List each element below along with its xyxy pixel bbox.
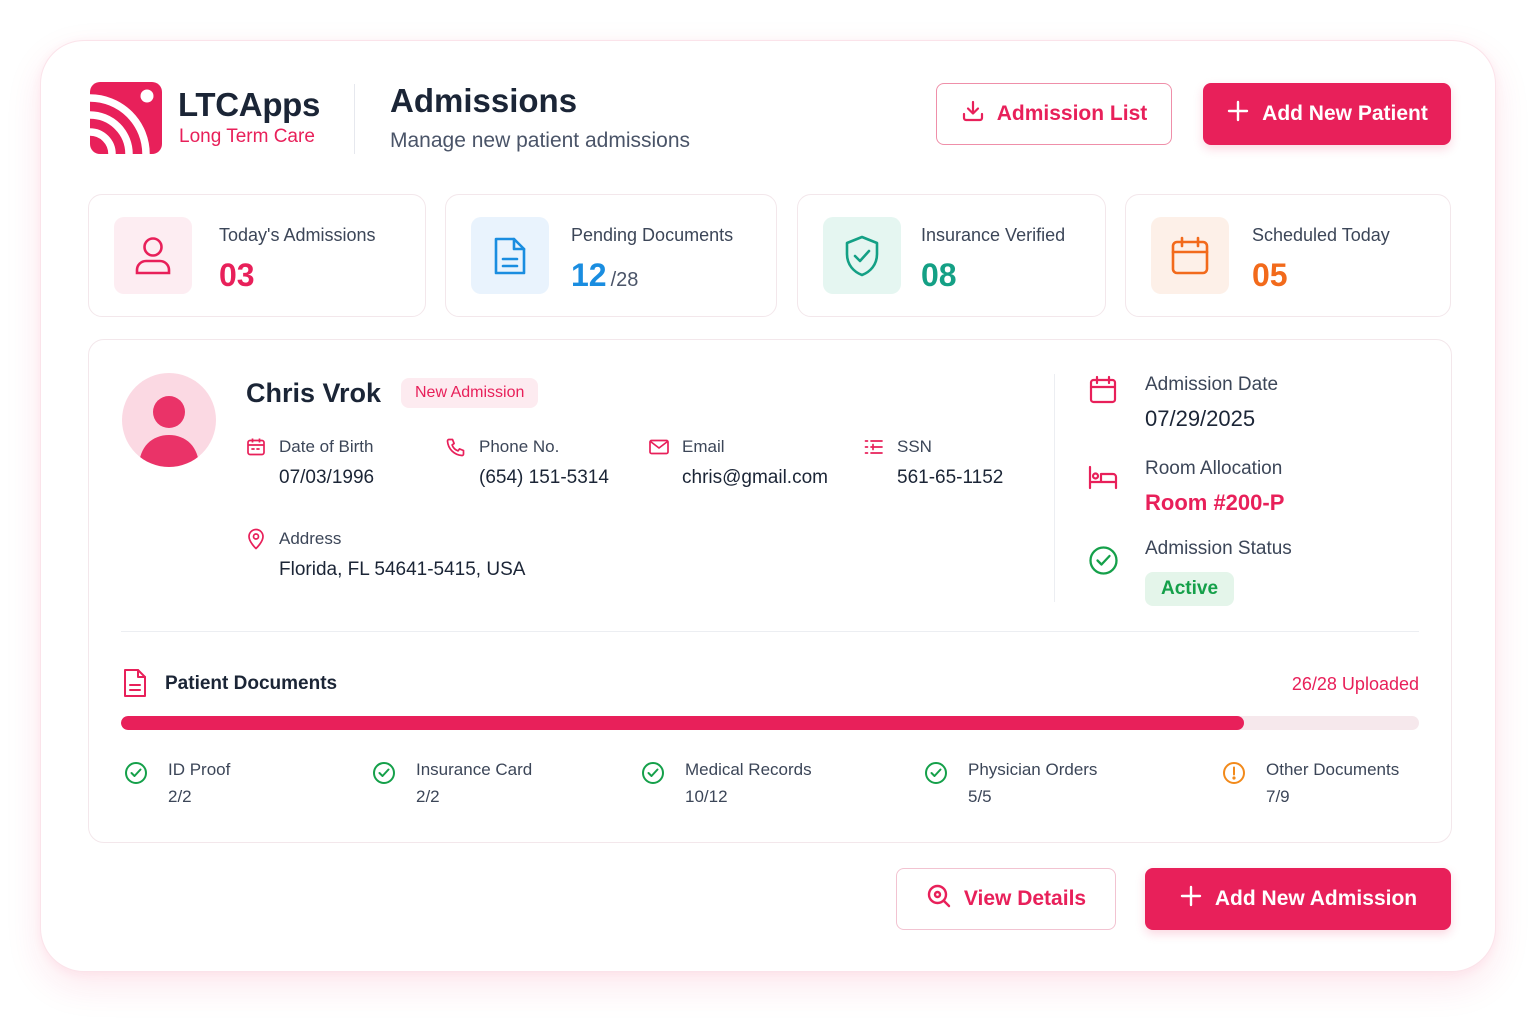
- patient-documents-title: Patient Documents: [165, 673, 338, 694]
- doc-label: Insurance Card: [416, 760, 533, 779]
- room-allocation-label: Room Allocation: [1145, 458, 1283, 479]
- search-icon: [926, 883, 952, 915]
- stat-card-pending-documents[interactable]: Pending Documents 12/28: [445, 194, 777, 317]
- address-label: Address: [279, 529, 342, 548]
- shield-check-icon: [823, 217, 901, 294]
- calendar-icon: [246, 437, 266, 462]
- ssn-value: 561-65-1152: [897, 467, 1004, 488]
- list-icon: [864, 437, 884, 462]
- download-icon: [961, 99, 985, 129]
- stat-value: 03: [219, 257, 255, 293]
- header-divider: [354, 84, 355, 154]
- dob-label: Date of Birth: [279, 437, 374, 456]
- admission-date-value: 07/29/2025: [1145, 406, 1256, 431]
- documents-progress-bar: [121, 716, 1419, 730]
- location-pin-icon: [246, 528, 266, 555]
- patient-name: Chris Vrok: [246, 378, 382, 408]
- stat-label: Today's Admissions: [219, 225, 376, 245]
- room-allocation-value: Room #200-P: [1145, 490, 1285, 515]
- stat-card-scheduled-today[interactable]: Scheduled Today 05: [1125, 194, 1451, 317]
- ssn-label: SSN: [897, 437, 932, 456]
- section-divider: [1054, 374, 1055, 602]
- check-circle-icon: [924, 761, 948, 790]
- plus-icon: [1226, 99, 1250, 129]
- stat-value: 08: [921, 257, 957, 293]
- brand-name: LTCApps: [178, 86, 321, 123]
- stat-card-todays-admissions[interactable]: Today's Admissions 03: [88, 194, 426, 317]
- documents-uploaded-count: 26/28 Uploaded: [1291, 674, 1419, 694]
- dob-value: 07/03/1996: [279, 467, 375, 488]
- check-circle-icon: [1088, 545, 1119, 581]
- stat-label: Scheduled Today: [1252, 225, 1390, 245]
- status-badge: Active: [1145, 572, 1235, 606]
- page-title: Admissions: [390, 82, 578, 119]
- check-circle-icon: [124, 761, 148, 790]
- calendar-icon: [1088, 375, 1118, 410]
- stat-card-insurance-verified[interactable]: Insurance Verified 08: [797, 194, 1106, 317]
- doc-count: 2/2: [168, 787, 192, 806]
- admission-list-button[interactable]: Admission List: [936, 83, 1172, 145]
- documents-progress-fill: [121, 716, 1244, 730]
- check-circle-icon: [641, 761, 665, 790]
- email-label: Email: [682, 437, 725, 456]
- doc-label: Physician Orders: [968, 760, 1098, 779]
- stat-total: /28: [610, 269, 639, 291]
- stat-label: Pending Documents: [571, 225, 734, 245]
- logo: [90, 82, 162, 154]
- phone-label: Phone No.: [479, 437, 560, 456]
- new-admission-badge: New Admission: [401, 378, 539, 408]
- doc-count: 2/2: [416, 787, 440, 806]
- doc-label: Medical Records: [685, 760, 812, 779]
- stat-value: 12/28: [571, 257, 639, 293]
- calendar-icon: [1151, 217, 1229, 294]
- add-new-admission-label: Add New Admission: [1214, 887, 1418, 910]
- stat-label: Insurance Verified: [921, 225, 1066, 245]
- check-circle-icon: [372, 761, 396, 790]
- warning-circle-icon: [1222, 761, 1246, 790]
- doc-count: 10/12: [685, 787, 728, 806]
- avatar: [122, 373, 216, 467]
- phone-icon: [446, 437, 466, 462]
- doc-count: 7/9: [1266, 787, 1290, 806]
- view-details-button[interactable]: View Details: [896, 868, 1116, 930]
- admission-status-label: Admission Status: [1145, 538, 1292, 559]
- view-details-label: View Details: [963, 887, 1087, 910]
- add-new-patient-button[interactable]: Add New Patient: [1203, 83, 1451, 145]
- phone-value: (654) 151-5314: [479, 467, 609, 488]
- plus-icon: [1179, 884, 1203, 914]
- add-new-admission-button[interactable]: Add New Admission: [1145, 868, 1451, 930]
- user-icon: [114, 217, 192, 294]
- card-divider: [121, 631, 1419, 632]
- mail-icon: [648, 437, 670, 462]
- doc-count: 5/5: [968, 787, 992, 806]
- admission-list-label: Admission List: [996, 102, 1148, 125]
- brand-subtitle: Long Term Care: [179, 126, 315, 147]
- document-icon: [122, 668, 148, 703]
- address-value: Florida, FL 54641-5415, USA: [279, 559, 526, 580]
- doc-label: Other Documents: [1266, 760, 1400, 779]
- bed-icon: [1087, 464, 1119, 495]
- add-new-patient-label: Add New Patient: [1262, 102, 1428, 125]
- stat-value: 05: [1252, 257, 1288, 293]
- page-subtitle: Manage new patient admissions: [390, 129, 691, 152]
- doc-label: ID Proof: [168, 760, 231, 779]
- document-icon: [471, 217, 549, 294]
- admission-date-label: Admission Date: [1145, 374, 1279, 395]
- email-value[interactable]: chris@gmail.com: [682, 467, 828, 489]
